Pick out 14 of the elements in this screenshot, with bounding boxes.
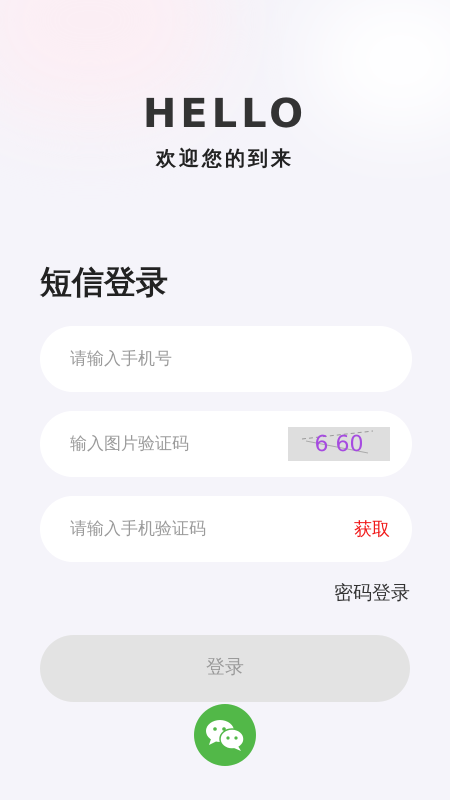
chat-bubbles-icon [205, 718, 245, 752]
input-field[interactable]: 请输入手机号 [40, 326, 412, 392]
captcha-text: 6 60 [314, 430, 364, 458]
welcome-subtitle: 欢迎您的到来 [156, 146, 294, 172]
password-login-link[interactable]: 密码登录 [334, 580, 410, 608]
captcha-image[interactable]: 6 60 [288, 427, 390, 461]
text-input[interactable]: 请输入手机号 [70, 346, 390, 372]
input-field[interactable]: 请输入手机验证码 获取 [40, 496, 412, 562]
get-code-button[interactable]: 获取 [354, 516, 390, 542]
text-input[interactable]: 请输入手机验证码 [70, 516, 354, 542]
hello-title: HELLO [142, 90, 308, 139]
input-field[interactable]: 输入图片验证码 6 60 [40, 411, 412, 477]
text-input[interactable]: 输入图片验证码 [70, 431, 288, 457]
form-title: 短信登录 [40, 263, 169, 302]
